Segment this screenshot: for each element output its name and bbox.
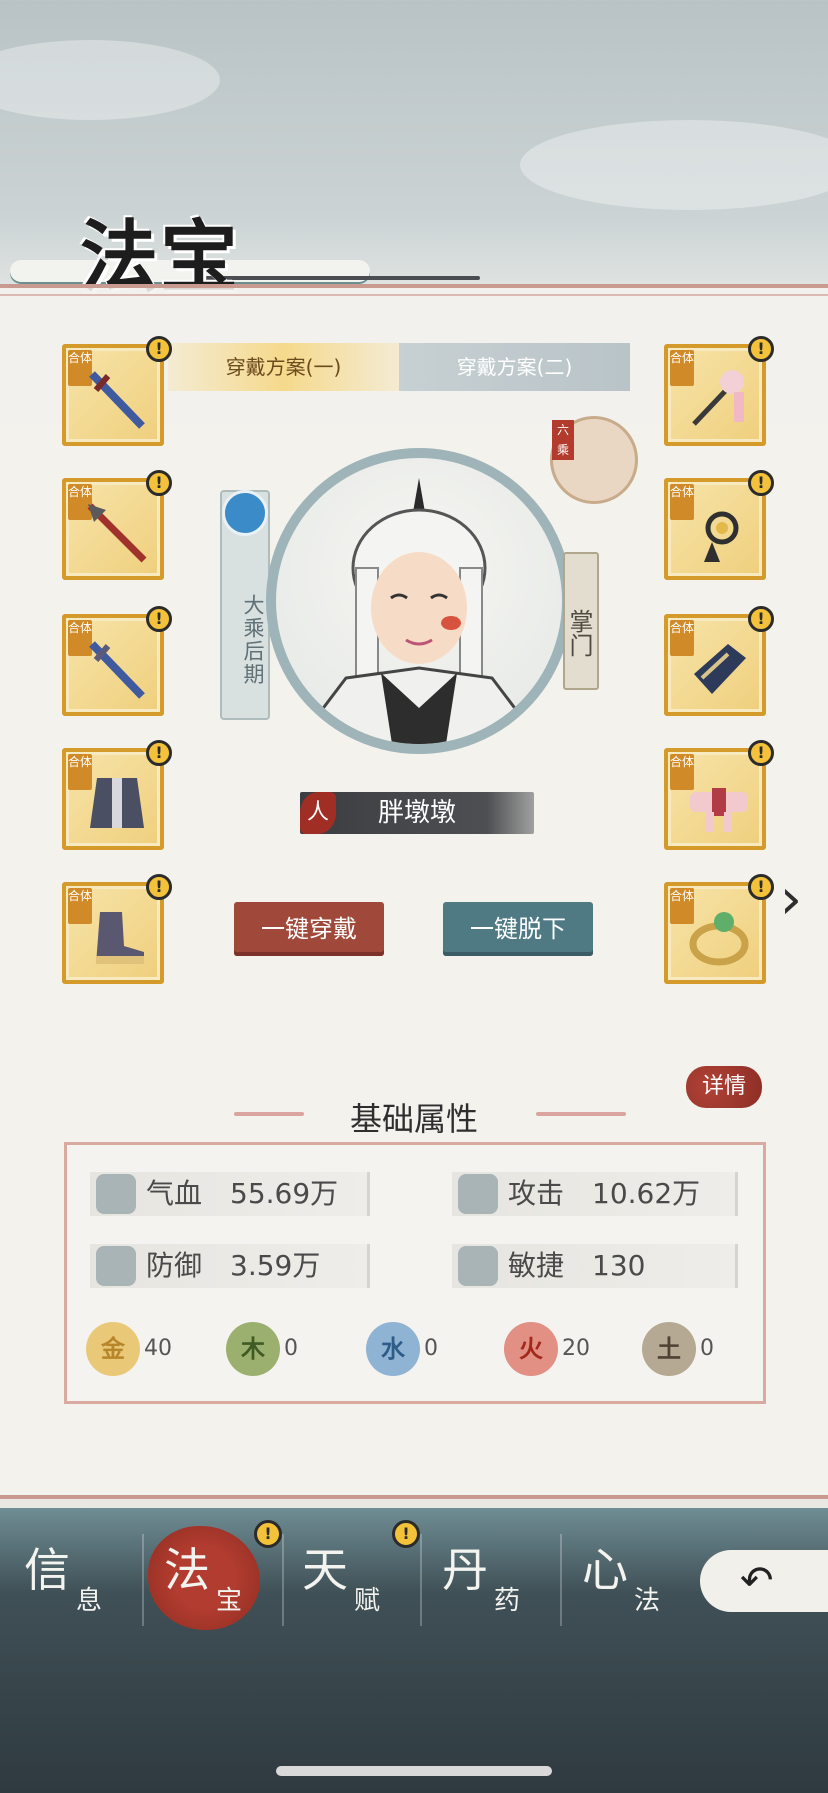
alert-icon: ! xyxy=(392,1520,420,1548)
alert-icon: ! xyxy=(748,470,774,496)
stat-value: 3.59万 xyxy=(230,1249,321,1282)
stat-label: 敏捷 xyxy=(508,1249,565,1282)
element-wood: 木0 xyxy=(226,1322,298,1376)
panel-border-line xyxy=(0,294,828,296)
race-badge: 人 xyxy=(300,792,336,834)
rank-banner: 掌门 xyxy=(563,552,599,690)
attack-icon xyxy=(458,1174,498,1214)
alert-icon: ! xyxy=(146,874,172,900)
sword-icon xyxy=(89,641,145,699)
blood-drop-icon xyxy=(96,1174,136,1214)
equip-slot-right-3[interactable]: 合体 ! xyxy=(664,606,774,716)
nav-label-sub: 赋 xyxy=(354,1586,381,1616)
nav-label-main: 法 xyxy=(164,1543,210,1597)
alert-icon: ! xyxy=(254,1520,282,1548)
robe-icon xyxy=(90,778,144,828)
home-indicator[interactable] xyxy=(276,1766,552,1776)
equip-slot-right-2[interactable]: 合体 ! xyxy=(664,470,774,580)
token-tag: 六乘 xyxy=(552,420,574,460)
nav-label-main: 心 xyxy=(582,1543,628,1597)
element-value: 40 xyxy=(144,1336,172,1361)
pendant-icon xyxy=(704,511,739,562)
detail-button[interactable]: 详情 xyxy=(686,1066,762,1108)
alert-icon: ! xyxy=(748,336,774,362)
stat-label: 气血 xyxy=(146,1177,203,1210)
stat-label: 攻击 xyxy=(508,1177,565,1210)
next-arrow-icon[interactable]: › xyxy=(768,868,814,932)
equip-slot-left-1[interactable]: 合体 ! xyxy=(62,336,172,446)
sky-cloud xyxy=(0,40,220,120)
equip-slot-left-2[interactable]: 合体 ! xyxy=(62,470,172,580)
stat-attack: 攻击 10.62万 xyxy=(452,1172,738,1216)
element-value: 0 xyxy=(424,1336,438,1361)
realm-swirl-icon xyxy=(222,490,268,536)
equip-all-button[interactable]: 一键穿戴 xyxy=(234,902,384,956)
element-value: 0 xyxy=(284,1336,298,1361)
sword-icon xyxy=(89,371,145,429)
nav-label-main: 天 xyxy=(302,1543,348,1597)
element-earth: 土0 xyxy=(642,1322,714,1376)
character-avatar-icon xyxy=(294,478,544,744)
equip-slot-right-4[interactable]: 合体 ! xyxy=(664,740,774,850)
element-fire: 火 20 xyxy=(504,1322,590,1376)
alert-icon: ! xyxy=(146,470,172,496)
wood-icon: 木 xyxy=(226,1322,280,1376)
stat-value: 130 xyxy=(592,1249,646,1282)
water-icon: 水 xyxy=(366,1322,420,1376)
element-metal: 金 40 xyxy=(86,1322,172,1376)
nav-divider xyxy=(142,1534,144,1626)
stat-agility: 敏捷 130 xyxy=(452,1244,738,1288)
alert-icon: ! xyxy=(146,606,172,632)
stat-label: 防御 xyxy=(146,1249,203,1282)
sky-cloud xyxy=(520,120,828,210)
element-value: 20 xyxy=(562,1336,590,1361)
nav-label-sub: 息 xyxy=(76,1586,103,1616)
tab-plan-1[interactable]: 穿戴方案(一) xyxy=(168,343,399,391)
alert-icon: ! xyxy=(748,606,774,632)
equip-slot-right-1[interactable]: 合体 ! xyxy=(664,336,774,446)
plan-tabs: 穿戴方案(一) 穿戴方案(二) xyxy=(168,343,630,391)
earth-icon: 土 xyxy=(642,1322,696,1376)
nav-divider xyxy=(420,1534,422,1626)
equip-slot-left-4[interactable]: 合体 ! xyxy=(62,740,172,850)
equip-slot-right-5[interactable]: 合体 ! xyxy=(664,874,774,984)
back-arrow-icon: ↶ xyxy=(740,1558,774,1604)
unequip-all-button[interactable]: 一键脱下 xyxy=(443,902,593,956)
nav-divider xyxy=(560,1534,562,1626)
ring-icon xyxy=(689,912,749,966)
nav-label-sub: 法 xyxy=(634,1586,661,1616)
stat-defense: 防御 3.59万 xyxy=(90,1244,370,1288)
alert-icon: ! xyxy=(146,336,172,362)
shield-icon xyxy=(96,1246,136,1286)
nav-label-sub: 药 xyxy=(494,1586,521,1616)
metal-icon: 金 xyxy=(86,1322,140,1376)
stat-value: 55.69万 xyxy=(230,1177,339,1210)
tab-plan-2[interactable]: 穿戴方案(二) xyxy=(399,343,630,391)
fire-icon: 火 xyxy=(504,1322,558,1376)
equip-slot-left-5[interactable]: 合体 ! xyxy=(62,874,172,984)
character-portrait[interactable] xyxy=(266,448,572,754)
nav-divider xyxy=(282,1534,284,1626)
element-value: 0 xyxy=(700,1336,714,1361)
bracer-icon xyxy=(694,644,746,694)
element-water: 水0 xyxy=(366,1322,438,1376)
nav-label-main: 信 xyxy=(24,1543,70,1597)
boot-icon xyxy=(96,912,144,964)
back-button[interactable]: ↶ xyxy=(700,1550,828,1612)
nav-label-main: 丹 xyxy=(442,1543,488,1597)
hairpin-icon xyxy=(692,370,744,426)
stat-hp: 气血 55.69万 xyxy=(90,1172,370,1216)
belt-icon xyxy=(690,788,748,832)
nav-label-sub: 宝 xyxy=(216,1586,243,1616)
alert-icon: ! xyxy=(146,740,172,766)
alert-icon: ! xyxy=(748,740,774,766)
spear-icon xyxy=(87,503,147,563)
stat-value: 10.62万 xyxy=(592,1177,701,1210)
equip-slot-left-3[interactable]: 合体 ! xyxy=(62,606,172,716)
wing-icon xyxy=(458,1246,498,1286)
